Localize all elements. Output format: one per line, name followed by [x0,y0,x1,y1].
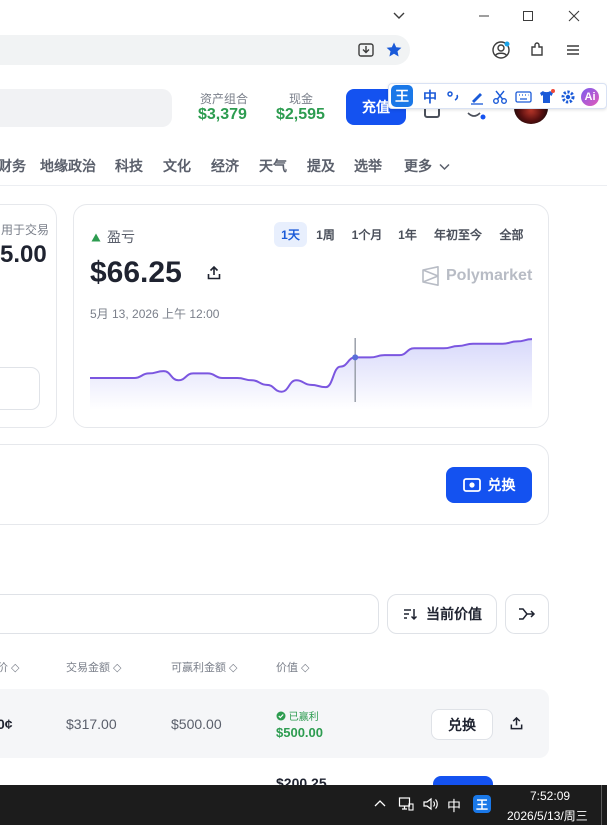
row-status-label: 已赢利 [288,712,319,723]
column-header-avg-price[interactable]: 价 ◇ [0,659,20,675]
ime-skin-shirt-icon[interactable] [536,87,556,107]
profile-icon[interactable] [488,37,514,63]
cash-icon [462,478,481,492]
windows-taskbar: 中 王 7:52:09 2026/5/13/周三 [0,785,607,825]
row-share-icon[interactable] [509,716,524,736]
range-all-button[interactable]: 全部 [495,222,528,247]
positions-search-input[interactable] [0,594,379,634]
check-circle-icon [276,711,286,721]
install-app-icon[interactable] [353,37,379,63]
portfolio-label: 资产组合 [200,92,249,106]
range-1m-button[interactable]: 1个月 [347,222,387,247]
polymarket-brand: Polymarket [446,267,533,284]
show-desktop-divider[interactable] [601,785,602,825]
nav-item-tech[interactable]: 科技 [115,156,143,176]
column-header-to-win-label: 可赢利金额 [171,662,226,674]
taskbar-ime-logo[interactable]: 王 [473,795,491,813]
chevron-down-icon [439,164,450,171]
clock-time[interactable]: 7:52:09 [530,789,570,803]
column-header-to-win[interactable]: 可赢利金额 ◇ [171,659,238,675]
exchange-button-label: 兑换 [487,477,516,493]
maximize-icon[interactable] [506,0,550,32]
row-redeem-button[interactable]: 兑换 [431,709,493,740]
cash-value[interactable]: $2,595 [276,106,325,124]
browser-titlebar [0,0,607,32]
nav-item-geopolitics[interactable]: 地缘政治 [40,156,96,176]
chart-area-fill [90,339,532,410]
ime-logo[interactable]: 王 [391,85,413,107]
ime-ai-icon[interactable]: Ai [581,88,599,106]
ime-keyboard-icon[interactable] [513,87,533,107]
minimize-icon[interactable] [462,0,506,32]
tray-overflow-chevron-icon[interactable] [374,797,386,812]
clock-date[interactable]: 2026/5/13/周三 [507,807,588,824]
merge-button[interactable] [505,594,549,634]
share-icon[interactable] [206,265,222,286]
row2-action-button[interactable] [433,776,493,785]
column-header-avg-price-label: 价 [0,662,8,674]
ime-handwrite-icon[interactable] [467,87,487,107]
nav-item-economy[interactable]: 经济 [211,156,239,176]
cash-card-value: 5.00 [0,241,47,268]
ime-settings-gear-icon[interactable] [558,87,578,107]
volume-icon[interactable] [422,796,439,815]
ime-screenshot-scissors-icon[interactable] [490,87,510,107]
bookmark-star-icon[interactable] [381,37,407,63]
range-1y-button[interactable]: 1年 [394,222,421,247]
row-to-win: $500.00 [171,716,222,732]
nav-item-elections[interactable]: 选举 [354,156,382,176]
range-1w-button[interactable]: 1周 [312,222,339,247]
row-traded: $317.00 [66,716,117,732]
nav-item-mentions[interactable]: 提及 [307,156,335,176]
pnl-label: 盈亏 [107,229,135,245]
nav-item-culture[interactable]: 文化 [163,156,191,176]
address-bar[interactable] [0,35,410,65]
sort-button[interactable]: 当前价值 [387,594,497,634]
chart-hover-point [352,354,359,361]
sort-icon [404,609,418,621]
nav-item-finance[interactable]: 财务 [0,156,26,176]
column-header-value-label: 价值 [276,662,298,674]
close-icon[interactable] [552,0,596,32]
cash-card-label: 用于交易 [1,223,50,237]
row2-value: $200.25 [276,775,327,785]
sort-button-label: 当前价值 [426,606,482,622]
taskbar-ime-mode[interactable]: 中 [447,796,461,816]
ime-punctuation-icon[interactable] [444,87,464,107]
notifications-icon[interactable] [466,108,486,120]
search-input[interactable] [0,89,172,127]
nav-more-label: 更多 [404,158,432,174]
pnl-date: 5月 13, 2026 上午 12:00 [90,307,220,321]
browser-menu-icon[interactable] [560,37,586,63]
merge-arrow-icon [519,608,536,620]
column-header-value[interactable]: 价值 ◇ [276,659,310,675]
nav-divider [0,185,607,186]
tab-list-chevron-icon[interactable] [377,0,421,32]
column-header-traded[interactable]: 交易金额 ◇ [66,659,122,675]
range-1d-button[interactable]: 1天 [274,222,307,247]
nav-item-more[interactable]: 更多 [404,156,450,176]
column-header-traded-label: 交易金额 [66,662,110,674]
cash-label: 现金 [289,92,314,106]
extensions-icon[interactable] [524,37,550,63]
range-ytd-button[interactable]: 年初至今 [428,222,488,247]
ime-mode-toggle[interactable]: 中 [420,87,440,107]
network-icon[interactable] [398,796,414,815]
pnl-value: $66.25 [90,256,182,289]
row-avg-price: 0¢ [0,716,13,732]
exchange-button[interactable]: 兑换 [446,467,532,503]
cash-card-button[interactable] [0,367,40,410]
triangle-up-icon [91,229,101,247]
nav-item-weather[interactable]: 天气 [259,156,287,176]
ime-toolbar: 王 中 Ai [388,83,607,109]
polymarket-logo-icon [421,266,440,291]
pnl-chart[interactable] [90,330,532,410]
portfolio-value[interactable]: $3,379 [198,106,247,124]
row-status: 已赢利 [276,708,319,723]
row-value: $500.00 [276,725,323,740]
cash-card: 用于交易 5.00 [0,204,57,428]
